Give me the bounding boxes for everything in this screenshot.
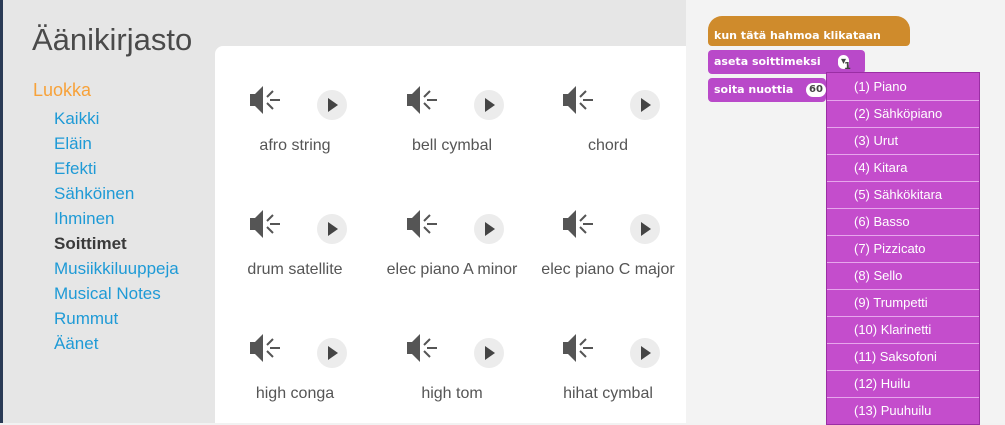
set-instrument-label: aseta soittimeksi [714,55,821,68]
category-kaikki[interactable]: Kaikki [54,106,179,131]
note-value-input[interactable]: 60 [806,83,826,97]
speaker-icon [407,334,437,362]
menu-divider [827,235,979,236]
sound-grid: afro string bell cymbal chord drum satel… [215,46,686,423]
instrument-option[interactable]: (11) Saksofoni [854,349,937,364]
menu-divider [827,127,979,128]
sound-label: high conga [255,385,335,402]
speaker-icon [250,210,280,238]
play-button[interactable] [474,90,504,120]
sound-item[interactable]: elec piano C major [528,170,686,280]
sound-item[interactable]: high conga [215,294,375,404]
instrument-option[interactable]: (13) Puuhuilu [854,403,931,418]
category-aanet[interactable]: Äänet [54,331,179,356]
category-rummut[interactable]: Rummut [54,306,179,331]
speaker-icon [250,334,280,362]
sound-library-dialog: Äänikirjasto Luokka Kaikki Eläin Efekti … [0,0,686,423]
sound-item[interactable]: afro string [215,46,375,156]
instrument-option[interactable]: (12) Huilu [854,376,910,391]
play-note-label: soita nuottia [714,83,794,96]
hat-block-label: kun tätä hahmoa klikataan [714,29,881,42]
set-instrument-block[interactable]: aseta soittimeksi 1 ▾ [708,50,865,74]
instrument-option[interactable]: (7) Pizzicato [854,241,926,256]
sound-label: bell cymbal [411,137,493,154]
speaker-icon [250,86,280,114]
category-heading: Luokka [33,80,92,100]
menu-divider [827,343,979,344]
category-musical-notes[interactable]: Musical Notes [54,281,179,306]
instrument-option[interactable]: (4) Kitara [854,160,907,175]
play-button[interactable] [474,214,504,244]
play-button[interactable] [474,338,504,368]
speaker-icon [563,334,593,362]
play-button[interactable] [317,338,347,368]
menu-divider [827,397,979,398]
speaker-icon [407,210,437,238]
instrument-dropdown[interactable]: 1 ▾ [838,55,851,72]
sound-label: elec piano A minor [386,261,518,278]
menu-divider [827,289,979,290]
left-edge-strip [0,0,3,423]
play-button[interactable] [317,90,347,120]
menu-divider [827,154,979,155]
category-list: Kaikki Eläin Efekti Sähköinen Ihminen So… [54,106,179,356]
play-button[interactable] [630,338,660,368]
play-button[interactable] [630,90,660,120]
sound-label: afro string [259,137,331,154]
sound-label: drum satellite [247,261,343,278]
dialog-title: Äänikirjasto [32,22,193,57]
sound-item[interactable]: hihat cymbal [528,294,686,404]
instrument-option[interactable]: (3) Urut [854,133,898,148]
speaker-icon [407,86,437,114]
speaker-icon [563,86,593,114]
play-button[interactable] [317,214,347,244]
when-sprite-clicked-block[interactable]: kun tätä hahmoa klikataan [708,16,910,46]
instrument-dropdown-menu: (1) Piano (2) Sähköpiano (3) Urut (4) Ki… [826,72,980,425]
sound-item[interactable]: elec piano A minor [372,170,532,280]
menu-divider [827,181,979,182]
category-sahkoinen[interactable]: Sähköinen [54,181,179,206]
instrument-option[interactable]: (8) Sello [854,268,902,283]
category-efekti[interactable]: Efekti [54,156,179,181]
sound-item[interactable]: high tom [372,294,532,404]
speaker-icon [563,210,593,238]
play-button[interactable] [630,214,660,244]
instrument-option[interactable]: (9) Trumpetti [854,295,928,310]
menu-divider [827,262,979,263]
menu-divider [827,208,979,209]
menu-divider [827,100,979,101]
instrument-option[interactable]: (6) Basso [854,214,910,229]
instrument-option[interactable]: (2) Sähköpiano [854,106,942,121]
sound-item[interactable]: drum satellite [215,170,375,280]
sound-label: hihat cymbal [563,385,653,402]
instrument-option[interactable]: (1) Piano [854,79,907,94]
sound-item[interactable]: bell cymbal [372,46,532,156]
category-ihminen[interactable]: Ihminen [54,206,179,231]
sound-label: elec piano C major [541,261,675,278]
sound-label: chord [587,137,629,154]
sound-item[interactable]: chord [528,46,686,156]
instrument-option[interactable]: (5) Sähkökitara [854,187,942,202]
play-note-block[interactable]: soita nuottia 60 [708,78,826,102]
menu-divider [827,370,979,371]
category-soittimet[interactable]: Soittimet [54,231,179,256]
category-musiikkiluuppeja[interactable]: Musiikkiluuppeja [54,256,179,281]
sound-label: high tom [421,385,483,402]
category-elain[interactable]: Eläin [54,131,179,156]
menu-divider [827,316,979,317]
instrument-option[interactable]: (10) Klarinetti [854,322,931,337]
